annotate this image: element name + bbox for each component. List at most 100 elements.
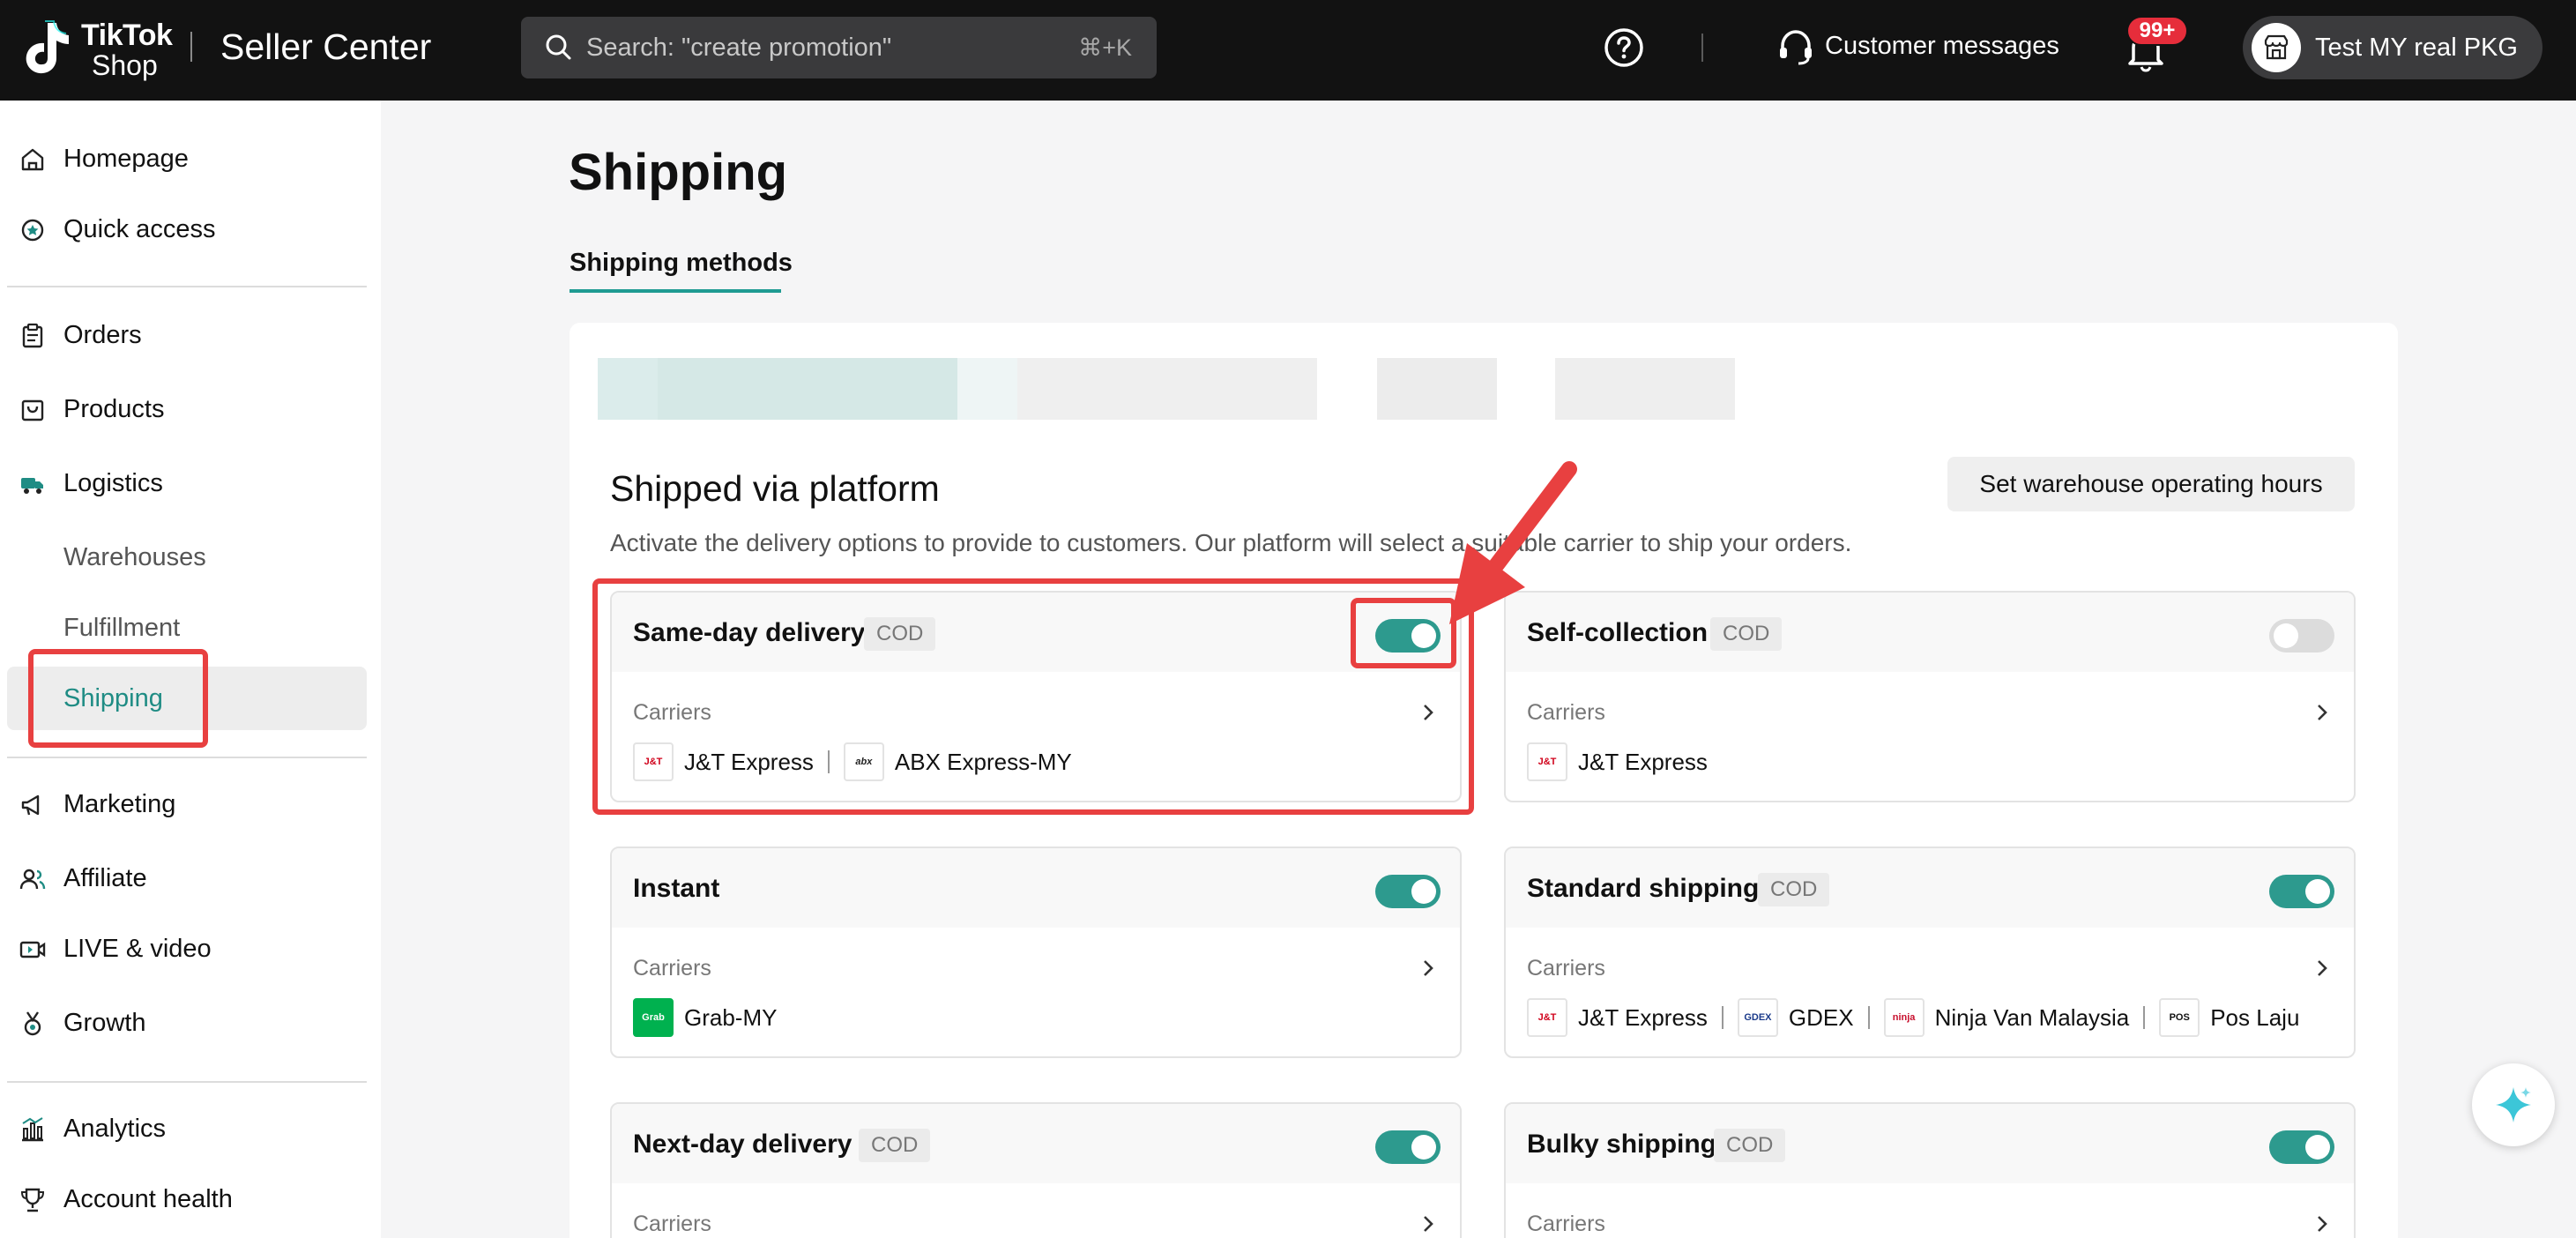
cod-badge: COD — [1714, 1129, 1786, 1162]
sidebar-item-marketing[interactable]: Marketing — [7, 772, 367, 836]
search-input[interactable]: Search: "create promotion" ⌘+K — [521, 17, 1157, 78]
sidebar-divider — [7, 1081, 367, 1083]
chevron-right-icon[interactable] — [1418, 1213, 1439, 1234]
user-name: Test MY real PKG — [2315, 34, 2518, 62]
carriers-label: Carriers — [1527, 1212, 1605, 1236]
logo-divider — [190, 32, 192, 62]
cod-badge: COD — [1710, 617, 1783, 651]
medal-icon — [24, 1011, 41, 1036]
toggle-knob — [2305, 879, 2330, 904]
toggle-knob — [2305, 1135, 2330, 1160]
carrier-name: Ninja Van Malaysia — [1934, 1004, 2130, 1031]
carrier-item: ninja Ninja Van Malaysia — [1883, 998, 2130, 1037]
loading-placeholder — [1555, 358, 1735, 420]
method-header — [612, 848, 1460, 928]
headset-icon[interactable] — [1776, 26, 1816, 67]
megaphone-icon — [21, 794, 40, 816]
method-card-instant: Instant Carriers Grab Grab-MY — [610, 846, 1462, 1058]
self-collection-toggle[interactable] — [2269, 619, 2334, 653]
customer-messages-link[interactable]: Customer messages — [1825, 28, 2059, 63]
loading-placeholder — [1017, 358, 1317, 420]
sidebar-item-growth[interactable]: Growth — [7, 991, 367, 1055]
section-description: Activate the delivery options to provide… — [610, 529, 1852, 556]
method-name: Instant — [633, 874, 720, 903]
carrier-name: Grab-MY — [684, 1004, 778, 1031]
sidebar-item-label: Fulfillment — [63, 614, 181, 642]
sidebar-item-label: Products — [63, 395, 165, 423]
tab-active-indicator — [570, 289, 781, 293]
carrier-item: J&T J&T Express — [1527, 742, 1708, 781]
sidebar-item-label: Growth — [63, 1009, 146, 1037]
page-title: Shipping — [569, 144, 788, 201]
sidebar-item-label: Quick access — [63, 215, 216, 243]
top-bar: TikTok Shop Seller Center Search: "creat… — [0, 0, 2576, 101]
carrier-item: GDEX GDEX — [1737, 998, 1854, 1037]
notification-badge: 99+ — [2126, 16, 2188, 46]
chevron-right-icon[interactable] — [2312, 958, 2333, 979]
carrier-name: J&T Express — [1578, 749, 1708, 775]
carrier-item: J&T J&T Express — [1527, 998, 1708, 1037]
video-icon — [19, 941, 46, 958]
loading-placeholder — [658, 358, 957, 420]
standard-toggle[interactable] — [2269, 875, 2334, 908]
sidebar-divider — [7, 286, 367, 287]
sparkle-icon — [2496, 1087, 2531, 1122]
sidebar-item-label: LIVE & video — [63, 935, 212, 963]
account-menu[interactable]: Test MY real PKG — [2243, 16, 2542, 79]
sidebar-item-orders[interactable]: Orders — [7, 303, 367, 367]
carrier-list: J&T J&T Express — [1527, 742, 1708, 781]
sidebar-item-account-health[interactable]: Account health — [7, 1167, 367, 1231]
method-card-bulky: Bulky shipping COD Carriers — [1504, 1102, 2356, 1238]
ai-assistant-button[interactable] — [2472, 1063, 2555, 1146]
bulky-toggle[interactable] — [2269, 1130, 2334, 1164]
topbar-separator — [1701, 34, 1703, 62]
home-icon — [21, 148, 44, 171]
logo-text-line2: Shop — [92, 49, 158, 81]
toggle-knob — [1411, 879, 1436, 904]
gdex-logo: GDEX — [1737, 998, 1778, 1037]
toggle-knob — [1411, 1135, 1436, 1160]
truck-icon — [21, 478, 43, 494]
sidebar-item-products[interactable]: Products — [7, 377, 367, 441]
cod-badge: COD — [1758, 873, 1830, 906]
chevron-right-icon[interactable] — [2312, 702, 2333, 723]
chevron-right-icon[interactable] — [1418, 958, 1439, 979]
carriers-label: Carriers — [633, 956, 711, 981]
clipboard-icon — [22, 323, 43, 348]
highlight-same-day-card — [592, 578, 1474, 815]
search-placeholder: Search: "create promotion" — [586, 34, 892, 62]
carrier-name: GDEX — [1788, 1004, 1854, 1031]
sidebar-item-logistics[interactable]: Logistics — [7, 451, 367, 515]
next-day-toggle[interactable] — [1375, 1130, 1441, 1164]
chevron-right-icon[interactable] — [2312, 1213, 2333, 1234]
sidebar-item-label: Marketing — [63, 790, 176, 818]
sidebar-item-label: Homepage — [63, 145, 189, 173]
help-icon[interactable] — [1603, 26, 1645, 69]
sidebar-item-label: Warehouses — [63, 543, 206, 571]
sidebar-item-warehouses[interactable]: Warehouses — [7, 526, 367, 589]
product-box-icon — [21, 399, 44, 421]
tiktok-shop-logo[interactable]: TikTok Shop — [19, 18, 173, 79]
instant-toggle[interactable] — [1375, 875, 1441, 908]
sidebar-item-affiliate[interactable]: Affiliate — [7, 846, 367, 910]
sidebar-item-label: Orders — [63, 321, 142, 349]
star-circle-icon — [21, 219, 44, 242]
carrier-separator — [1867, 1006, 1870, 1029]
set-warehouse-hours-button[interactable]: Set warehouse operating hours — [1947, 457, 2355, 511]
carriers-label: Carriers — [1527, 956, 1605, 981]
loading-placeholder — [598, 358, 658, 420]
tab-shipping-methods[interactable]: Shipping methods — [570, 245, 793, 280]
ninja-van-logo: ninja — [1883, 998, 1925, 1037]
brand-title: Seller Center — [220, 26, 432, 67]
store-icon — [2264, 34, 2289, 60]
cod-badge: COD — [859, 1129, 931, 1162]
sidebar-item-live-video[interactable]: LIVE & video — [7, 917, 367, 981]
carrier-item: POS Pos Laju — [2159, 998, 2299, 1037]
sidebar-item-homepage[interactable]: Homepage — [7, 127, 367, 190]
section-title: Shipped via platform — [610, 468, 940, 509]
sidebar-item-analytics[interactable]: Analytics — [7, 1097, 367, 1160]
highlight-shipping-nav — [28, 649, 208, 748]
loading-placeholder — [1377, 358, 1497, 420]
sidebar-item-quick-access[interactable]: Quick access — [7, 198, 367, 261]
logo-text-line1: TikTok — [81, 19, 173, 52]
